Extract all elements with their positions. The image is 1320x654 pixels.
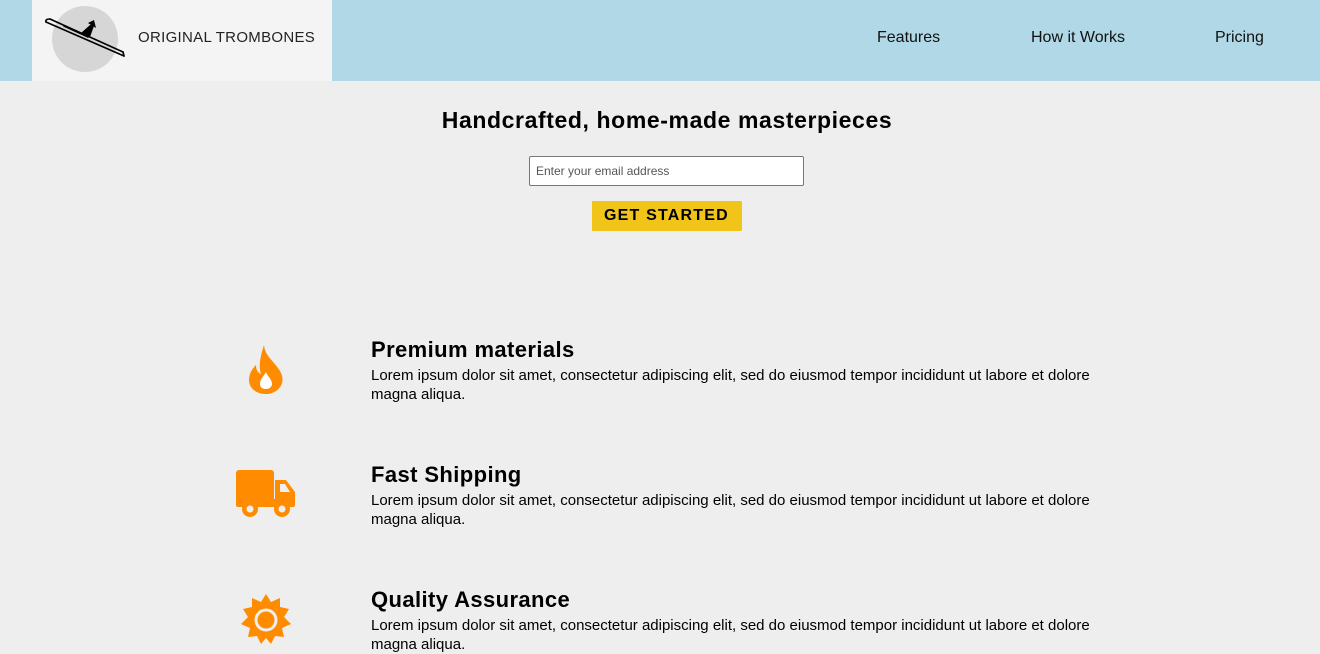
feature-title-quality-assurance: Quality Assurance [371, 587, 571, 612]
email-input[interactable] [529, 156, 804, 186]
nav-link-features[interactable]: Features [877, 29, 940, 47]
feature-description-quality-assurance: Lorem ipsum dolor sit amet, consectetur … [371, 617, 1090, 653]
feature-description-fast-shipping: Lorem ipsum dolor sit amet, consectetur … [371, 492, 1090, 528]
feature-title-fast-shipping: Fast Shipping [371, 462, 522, 487]
nav-link-how-it-works[interactable]: How it Works [1031, 29, 1125, 47]
site-header: ORIGINAL TROMBONES Features How it Works… [0, 0, 1320, 81]
get-started-button[interactable]: GET STARTED [592, 201, 742, 231]
feature-description-premium-materials: Lorem ipsum dolor sit amet, consectetur … [371, 367, 1090, 403]
nav-link-pricing[interactable]: Pricing [1215, 29, 1264, 47]
brand-name: ORIGINAL TROMBONES [138, 29, 316, 46]
badge-check-icon [241, 594, 291, 644]
hero-headline: Handcrafted, home-made masterpieces [441, 107, 893, 133]
trombone-icon [45, 18, 125, 57]
brand-logo[interactable]: ORIGINAL TROMBONES [32, 0, 332, 81]
feature-title-premium-materials: Premium materials [371, 337, 575, 362]
fire-icon [249, 345, 283, 394]
truck-icon [236, 470, 295, 517]
